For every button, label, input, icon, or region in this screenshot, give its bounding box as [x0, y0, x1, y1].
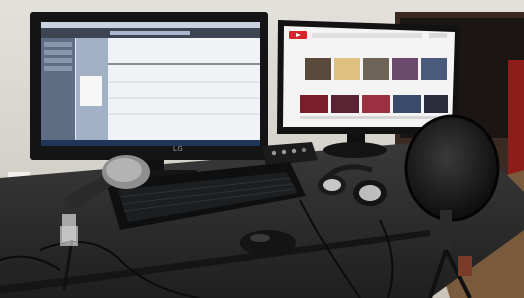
red-object [508, 60, 524, 180]
daw-statusbar [41, 140, 260, 146]
youtube-thumbnail-row-1 [305, 58, 447, 80]
left-monitor [30, 12, 268, 182]
photo-illustration [0, 0, 524, 298]
youtube-thumbnail-row-2 [300, 95, 448, 113]
glass [60, 226, 78, 246]
daw-transport [110, 31, 190, 35]
mouse [240, 230, 296, 256]
daw-menubar [41, 22, 260, 28]
daw-arrange-area [108, 38, 260, 140]
monitor-brand-label: LG [173, 145, 184, 153]
desk-setup-photo: LG [0, 0, 524, 298]
